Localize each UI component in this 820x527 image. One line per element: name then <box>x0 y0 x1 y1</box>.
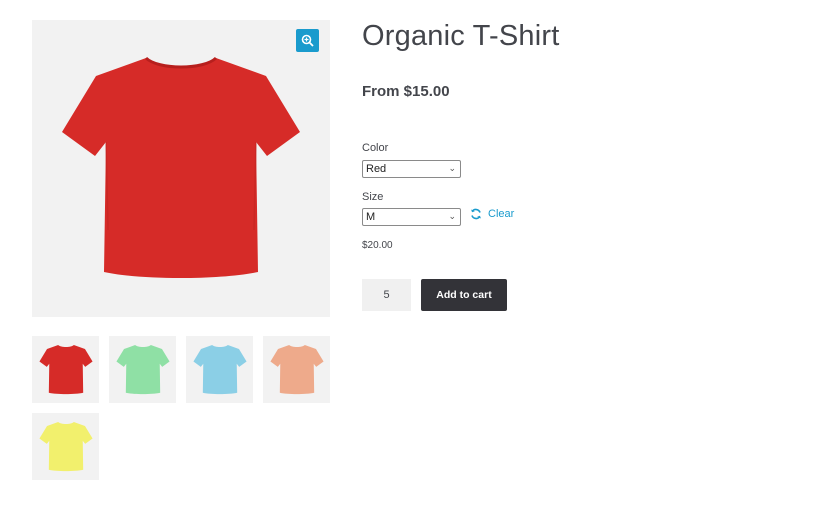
clear-label: Clear <box>488 208 515 220</box>
thumbnail-red[interactable] <box>32 336 99 403</box>
zoom-in-icon <box>301 34 314 47</box>
add-to-cart-button[interactable]: Add to cart <box>421 279 507 311</box>
size-select[interactable]: M ⌄ <box>362 208 461 226</box>
size-label: Size <box>362 191 384 203</box>
color-label: Color <box>362 142 389 154</box>
t-shirt-thumbnail <box>269 344 324 394</box>
thumbnail-peach[interactable] <box>263 336 330 403</box>
thumbnail-green[interactable] <box>109 336 176 403</box>
t-shirt-thumbnail <box>38 421 93 471</box>
size-select-value: M <box>366 211 376 223</box>
thumbnail-blue[interactable] <box>186 336 253 403</box>
t-shirt-image <box>62 56 300 278</box>
variation-price: $20.00 <box>362 240 393 251</box>
chevron-down-icon: ⌄ <box>448 163 456 173</box>
chevron-down-icon: ⌄ <box>448 211 456 221</box>
product-title: Organic T-Shirt <box>362 20 560 52</box>
t-shirt-thumbnail <box>38 344 93 394</box>
zoom-button[interactable] <box>296 29 319 52</box>
product-price: From $15.00 <box>362 83 450 100</box>
color-select[interactable]: Red ⌄ <box>362 160 461 178</box>
t-shirt-thumbnail <box>115 344 170 394</box>
clear-variations-link[interactable]: Clear <box>470 208 514 220</box>
refresh-icon <box>471 208 481 220</box>
quantity-input[interactable]: 5 <box>362 279 411 311</box>
color-select-value: Red <box>366 163 387 175</box>
t-shirt-thumbnail <box>192 344 247 394</box>
thumbnail-yellow[interactable] <box>32 413 99 480</box>
product-main-image[interactable] <box>32 20 330 317</box>
